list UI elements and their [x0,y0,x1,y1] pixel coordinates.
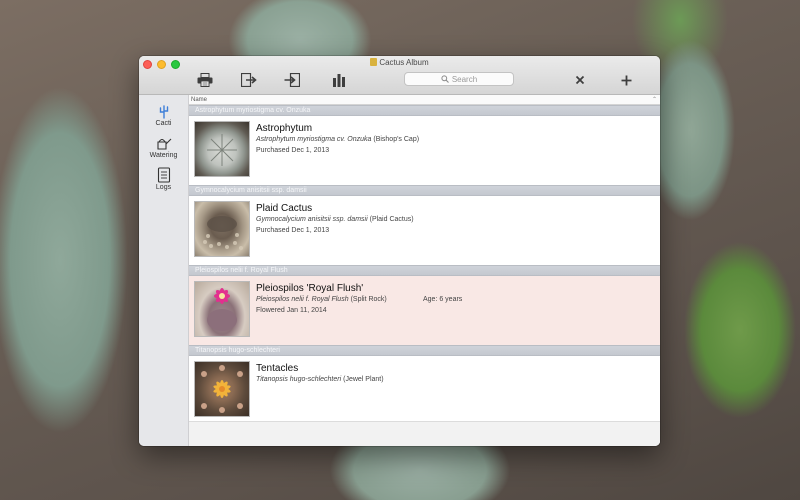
cactus-species: Pleiospilos nelii f. Royal Flush (Split … [256,296,387,303]
sidebar: Cacti Watering Logs [139,95,189,446]
sidebar-item-label: Logs [155,184,172,191]
cactus-name: Plaid Cactus [256,203,313,214]
section-header: Astrophytum myriostigma cv. Onzuka [189,105,660,116]
add-button[interactable] [616,71,636,89]
printer-icon [197,73,213,87]
import-button[interactable] [282,71,302,89]
sidebar-item-cacti[interactable]: Cacti [139,103,188,127]
scientific-name: Gymnocalycium anisitsii ssp. damsii [256,216,368,223]
window-title: Cactus Album [139,58,660,68]
cactus-album-window: Cactus Album Search Cacti Watering Logs … [139,56,660,446]
sidebar-item-logs[interactable]: Logs [139,167,188,191]
export-button[interactable] [239,71,259,89]
statistics-button[interactable] [329,71,349,89]
list-footer [189,421,660,446]
list-item[interactable]: Astrophytum Astrophytum myriostigma cv. … [189,116,660,185]
section-header: Gymnocalycium anisitsii ssp. damsii [189,185,660,196]
logs-icon [157,167,170,183]
common-name: (Bishop's Cap) [373,136,420,143]
cactus-list: Name ⌃ Astrophytum myriostigma cv. Onzuk… [189,95,660,446]
cactus-name: Astrophytum [256,123,313,134]
cactus-date: Purchased Dec 1, 2013 [256,147,330,154]
list-item[interactable]: Tentacles Titanopsis hugo-schlechteri (J… [189,356,660,425]
stats-icon [333,74,345,87]
plus-icon [621,75,631,85]
scientific-name: Astrophytum myriostigma cv. Onzuka [256,136,372,143]
search-placeholder: Search [451,74,478,84]
export-icon [241,73,257,87]
cactus-name: Tentacles [256,363,299,374]
window-title-text: Cactus Album [379,58,429,67]
title-bar: Cactus Album Search [139,56,660,95]
cactus-species: Astrophytum myriostigma cv. Onzuka (Bish… [256,136,419,143]
section-header: Pleiospilos nelii f. Royal Flush [189,265,660,276]
cactus-icon [159,105,168,119]
column-header-label: Name [191,97,208,103]
print-button[interactable] [195,71,215,89]
column-header-name[interactable]: Name ⌃ [189,95,660,105]
cactus-date: Flowered Jan 11, 2014 [256,307,327,314]
cactus-age: Age: 6 years [423,296,463,303]
cactus-photo [194,201,250,257]
watering-can-icon [156,138,171,150]
cactus-photo [194,281,250,337]
cactus-photo [194,121,250,177]
close-icon [575,75,585,85]
import-icon [284,73,300,87]
list-item-selected[interactable]: Pleiospilos 'Royal Flush' Pleiospilos ne… [189,276,660,345]
cactus-date: Purchased Dec 1, 2013 [256,227,330,234]
sidebar-item-watering[interactable]: Watering [139,135,188,159]
cactus-species: Titanopsis hugo-schlechteri (Jewel Plant… [256,376,384,383]
search-field[interactable]: Search [404,72,514,86]
scientific-name: Pleiospilos nelii f. Royal Flush [256,296,349,303]
sidebar-item-label: Cacti [155,120,172,127]
list-item[interactable]: Plaid Cactus Gymnocalycium anisitsii ssp… [189,196,660,265]
cactus-name: Pleiospilos 'Royal Flush' [256,283,364,294]
delete-button[interactable] [570,71,590,89]
section-header: Titanopsis hugo-schlechteri [189,345,660,356]
search-icon [441,75,449,83]
app-icon [370,58,378,66]
sort-indicator-icon: ⌃ [651,97,657,103]
common-name: (Split Rock) [350,296,387,303]
common-name: (Jewel Plant) [343,376,384,383]
cactus-photo [194,361,250,417]
scientific-name: Titanopsis hugo-schlechteri [256,376,342,383]
cactus-species: Gymnocalycium anisitsii ssp. damsii (Pla… [256,216,414,223]
common-name: (Plaid Cactus) [369,216,414,223]
sidebar-item-label: Watering [149,152,178,159]
